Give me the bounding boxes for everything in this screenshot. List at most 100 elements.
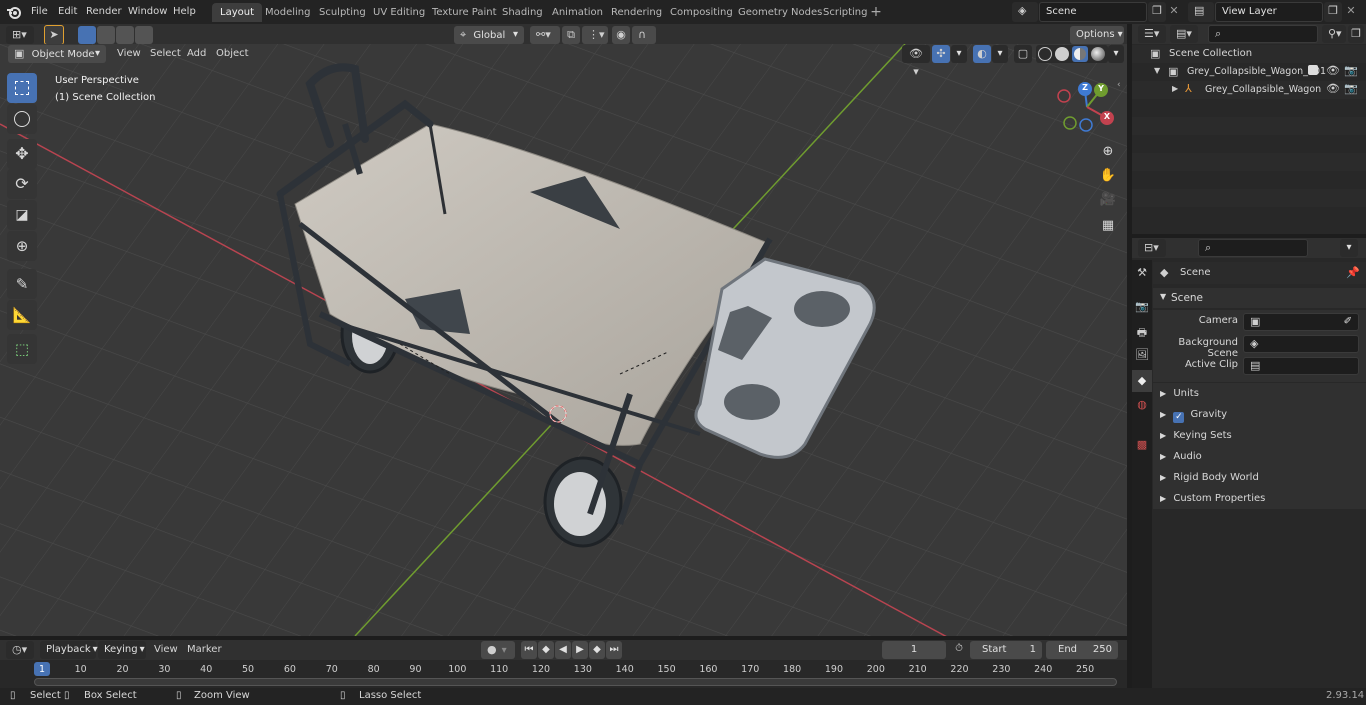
- current-frame-field[interactable]: 1: [882, 641, 946, 659]
- tab-animation[interactable]: Animation: [544, 3, 611, 22]
- view-layer-selector-icon[interactable]: ▤: [1188, 2, 1214, 22]
- transform-orientation-dropdown[interactable]: ⌖ Global ▾: [454, 26, 524, 44]
- proportional-edit-icon[interactable]: ◉: [612, 26, 630, 44]
- end-frame-field[interactable]: End 250: [1046, 641, 1118, 659]
- prev-keyframe-icon[interactable]: ◆: [538, 641, 554, 659]
- play-reverse-icon[interactable]: ◀: [555, 641, 571, 659]
- menu-object[interactable]: Object: [212, 45, 253, 63]
- solid-shading-icon[interactable]: [1055, 47, 1069, 61]
- menu-select[interactable]: Select: [146, 45, 185, 63]
- panel-units[interactable]: ▶ Units: [1153, 383, 1366, 404]
- camera-field[interactable]: ▣ ✐: [1243, 313, 1359, 331]
- camera-view-icon[interactable]: 🎥: [1097, 189, 1119, 211]
- camera-render-icon[interactable]: 📷: [1344, 82, 1358, 95]
- texture-tab-icon[interactable]: ▩: [1134, 438, 1150, 454]
- eye-icon[interactable]: 👁: [1326, 82, 1340, 95]
- editor-type-icon[interactable]: ◷▾: [6, 641, 34, 659]
- eye-icon[interactable]: 👁: [1326, 64, 1340, 77]
- keying-menu[interactable]: Keying ▾: [98, 641, 146, 659]
- view-layer-field[interactable]: View Layer: [1215, 2, 1323, 22]
- editor-type-icon[interactable]: ☰▾: [1138, 25, 1166, 43]
- render-tab-icon[interactable]: 📷: [1134, 300, 1150, 316]
- pin-icon[interactable]: 📌: [1346, 266, 1360, 279]
- frame-ruler[interactable]: 1 10 20 30 40 50 60 70 80 90 100 110 120 130 140 150 160…: [0, 662, 1127, 678]
- background-scene-field[interactable]: ◈: [1243, 335, 1359, 353]
- delete-scene-icon[interactable]: ✕: [1167, 4, 1181, 20]
- transform-tool-icon[interactable]: ⊕: [7, 231, 37, 261]
- visibility-selector-icon[interactable]: 👁▾: [902, 45, 930, 78]
- tab-scripting[interactable]: Scripting: [815, 3, 875, 22]
- panel-custom-properties[interactable]: ▶ Custom Properties: [1153, 488, 1366, 509]
- world-tab-icon[interactable]: ◍: [1134, 398, 1150, 414]
- options-dropdown[interactable]: Options ▾: [1070, 26, 1124, 44]
- timeline-scrollbar[interactable]: [34, 678, 1117, 686]
- editor-type-icon[interactable]: ⊟▾: [1138, 239, 1166, 257]
- menu-add[interactable]: Add: [183, 45, 210, 63]
- material-preview-icon[interactable]: [1072, 46, 1088, 62]
- chevron-down-icon[interactable]: ▾: [951, 45, 967, 63]
- active-clip-field[interactable]: ▤: [1243, 357, 1359, 375]
- marker-menu[interactable]: Marker: [183, 641, 226, 659]
- scene-panel-header[interactable]: ▼ Scene: [1153, 288, 1366, 308]
- mode-dropdown[interactable]: ▣ Object Mode ▾: [8, 45, 106, 63]
- overlays-toggle-icon[interactable]: ◐: [973, 45, 991, 63]
- add-workspace-icon[interactable]: +: [868, 5, 884, 21]
- tab-shading[interactable]: Shading: [494, 3, 551, 22]
- tab-compositing[interactable]: Compositing: [662, 3, 741, 22]
- rendered-shading-icon[interactable]: [1091, 47, 1105, 61]
- ortho-toggle-icon[interactable]: ▦: [1097, 215, 1119, 237]
- display-mode-icon[interactable]: ▤▾: [1170, 25, 1198, 43]
- snap-toggle-icon[interactable]: ⧉: [562, 26, 580, 44]
- menu-file[interactable]: File: [27, 3, 52, 21]
- outliner-row-collection[interactable]: ▼ ▣ Grey_Collapsible_Wagon_001 👁 📷: [1132, 63, 1366, 81]
- playback-menu[interactable]: Playback ▾: [40, 641, 98, 659]
- proportional-falloff-icon[interactable]: ∩: [632, 26, 656, 44]
- menu-window[interactable]: Window: [124, 3, 171, 21]
- expand-right-icon[interactable]: ▶: [1172, 84, 1178, 93]
- next-keyframe-icon[interactable]: ◆: [589, 641, 605, 659]
- annotate-tool-icon[interactable]: ✎: [7, 269, 37, 299]
- move-tool-icon[interactable]: ✥: [7, 139, 37, 169]
- outliner-row-object[interactable]: ▶ ⅄ Grey_Collapsible_Wagon 👁 📷: [1132, 81, 1366, 99]
- chevron-down-icon[interactable]: ▾: [992, 45, 1008, 63]
- start-frame-field[interactable]: Start 1: [970, 641, 1042, 659]
- scene-tab-icon[interactable]: ◆: [1132, 370, 1152, 392]
- select-new-icon[interactable]: [78, 26, 96, 44]
- sidebar-toggle-icon[interactable]: ‹: [1117, 80, 1127, 94]
- new-scene-icon[interactable]: ❐: [1148, 2, 1166, 22]
- panel-gravity[interactable]: ▶ ✓ Gravity: [1153, 404, 1366, 425]
- pivot-point-icon[interactable]: ⚯▾: [530, 26, 560, 44]
- outliner-row-scene-collection[interactable]: ▣ Scene Collection: [1132, 45, 1366, 63]
- gizmo-toggle-icon[interactable]: ✣: [932, 45, 950, 63]
- panel-audio[interactable]: ▶ Audio: [1153, 446, 1366, 467]
- jump-end-icon[interactable]: ⏭: [606, 641, 622, 659]
- new-collection-icon[interactable]: ❐: [1348, 25, 1364, 43]
- tab-texture-paint[interactable]: Texture Paint: [424, 3, 505, 22]
- filter-icon[interactable]: ⚲▾: [1322, 25, 1346, 43]
- delete-view-layer-icon[interactable]: ✕: [1344, 4, 1358, 20]
- rotate-tool-icon[interactable]: ⟳: [7, 169, 37, 199]
- scene-selector-icon[interactable]: ◈: [1012, 2, 1038, 22]
- camera-render-icon[interactable]: 📷: [1344, 64, 1358, 77]
- gravity-checkbox[interactable]: ✓: [1173, 412, 1185, 423]
- select-extend-icon[interactable]: [97, 26, 115, 44]
- new-view-layer-icon[interactable]: ❐: [1324, 2, 1342, 22]
- tool-select-icon[interactable]: ➤: [44, 25, 64, 45]
- view-layer-tab-icon[interactable]: 🖼: [1134, 348, 1150, 364]
- jump-start-icon[interactable]: ⏮: [521, 641, 537, 659]
- chevron-down-icon[interactable]: ▾: [1108, 45, 1124, 63]
- tab-uv-editing[interactable]: UV Editing: [365, 3, 433, 22]
- xray-toggle-icon[interactable]: ▢: [1014, 45, 1032, 63]
- eyedropper-icon[interactable]: ✐: [1344, 314, 1352, 330]
- scene-name-field[interactable]: Scene: [1039, 2, 1147, 22]
- select-subtract-icon[interactable]: [116, 26, 134, 44]
- pan-hand-icon[interactable]: ✋: [1097, 165, 1119, 187]
- properties-search-input[interactable]: ⌕: [1198, 239, 1308, 257]
- select-invert-icon[interactable]: [135, 26, 153, 44]
- tab-modeling[interactable]: Modeling: [257, 3, 319, 22]
- editor-type-icon[interactable]: ⊞▾: [6, 26, 34, 44]
- blender-logo-icon[interactable]: [6, 4, 22, 20]
- menu-help[interactable]: Help: [169, 3, 200, 21]
- cursor-tool-icon[interactable]: [7, 104, 37, 134]
- menu-view[interactable]: View: [113, 45, 145, 63]
